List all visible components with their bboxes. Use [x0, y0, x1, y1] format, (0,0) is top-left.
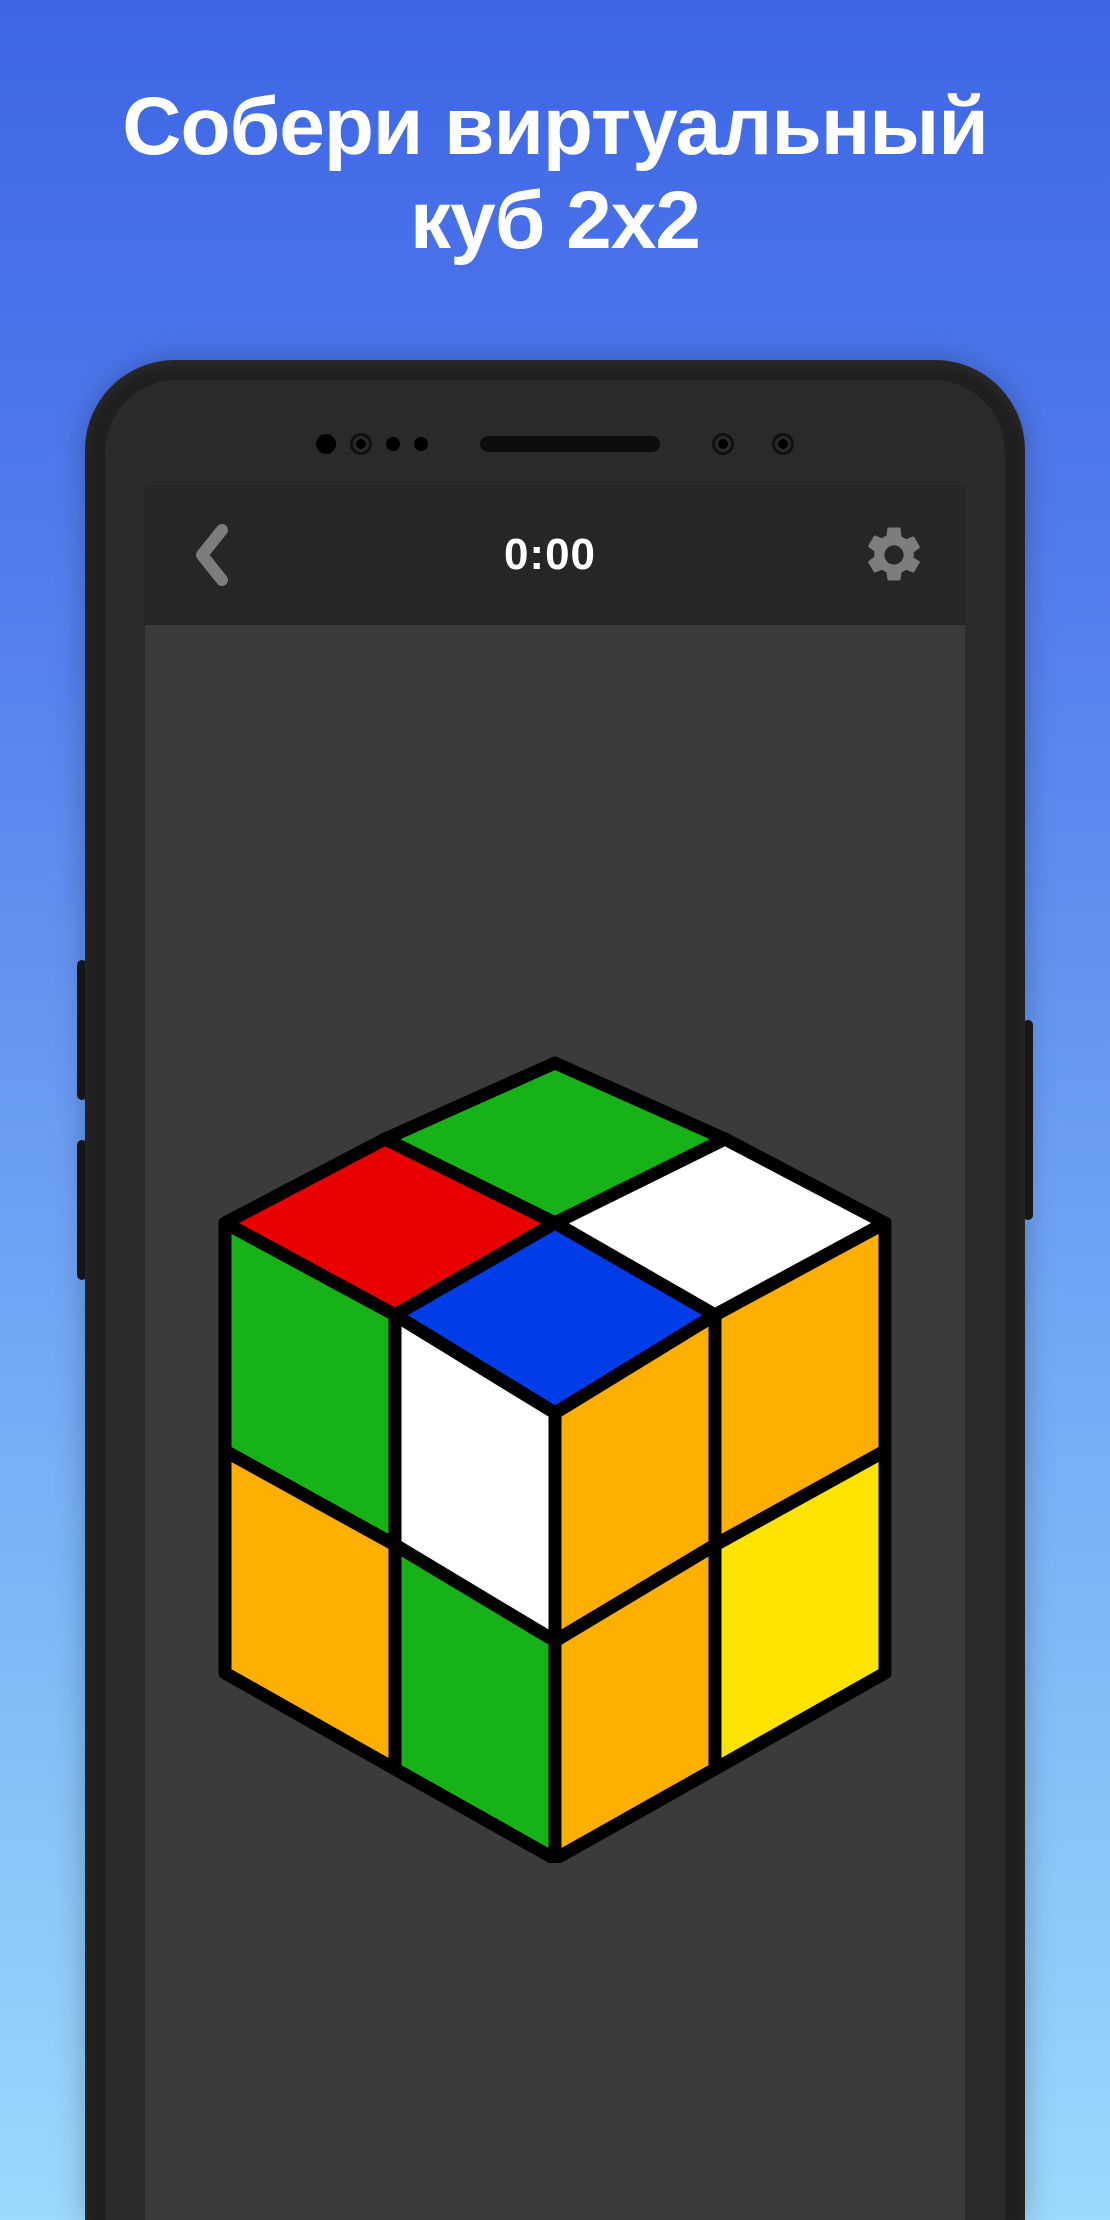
app-topbar: 0:00	[145, 485, 965, 625]
front-camera-icon	[772, 433, 794, 455]
timer-display: 0:00	[504, 530, 596, 580]
sensor-dot	[386, 437, 400, 451]
front-camera-icon	[712, 433, 734, 455]
back-button[interactable]	[181, 515, 241, 595]
phone-body: 0:00	[85, 360, 1025, 2220]
phone-mockup: 0:00	[85, 360, 1025, 2220]
chevron-left-icon	[192, 524, 230, 586]
cube-stage[interactable]	[145, 625, 965, 2220]
phone-bezel: 0:00	[105, 380, 1005, 2220]
headline-line2: куб 2x2	[0, 174, 1110, 268]
app-screen: 0:00	[145, 485, 965, 2220]
settings-button[interactable]	[859, 520, 929, 590]
earpiece	[480, 436, 660, 452]
headline-line1: Собери виртуальный	[122, 81, 987, 172]
sensor-dot	[316, 434, 336, 454]
phone-sensor-cluster	[105, 424, 1005, 464]
promo-headline: Собери виртуальный куб 2x2	[0, 0, 1110, 269]
front-camera-icon	[350, 433, 372, 455]
gear-icon	[861, 522, 927, 588]
sensor-dot	[414, 437, 428, 451]
rubiks-cube-2x2[interactable]	[195, 1043, 915, 1863]
